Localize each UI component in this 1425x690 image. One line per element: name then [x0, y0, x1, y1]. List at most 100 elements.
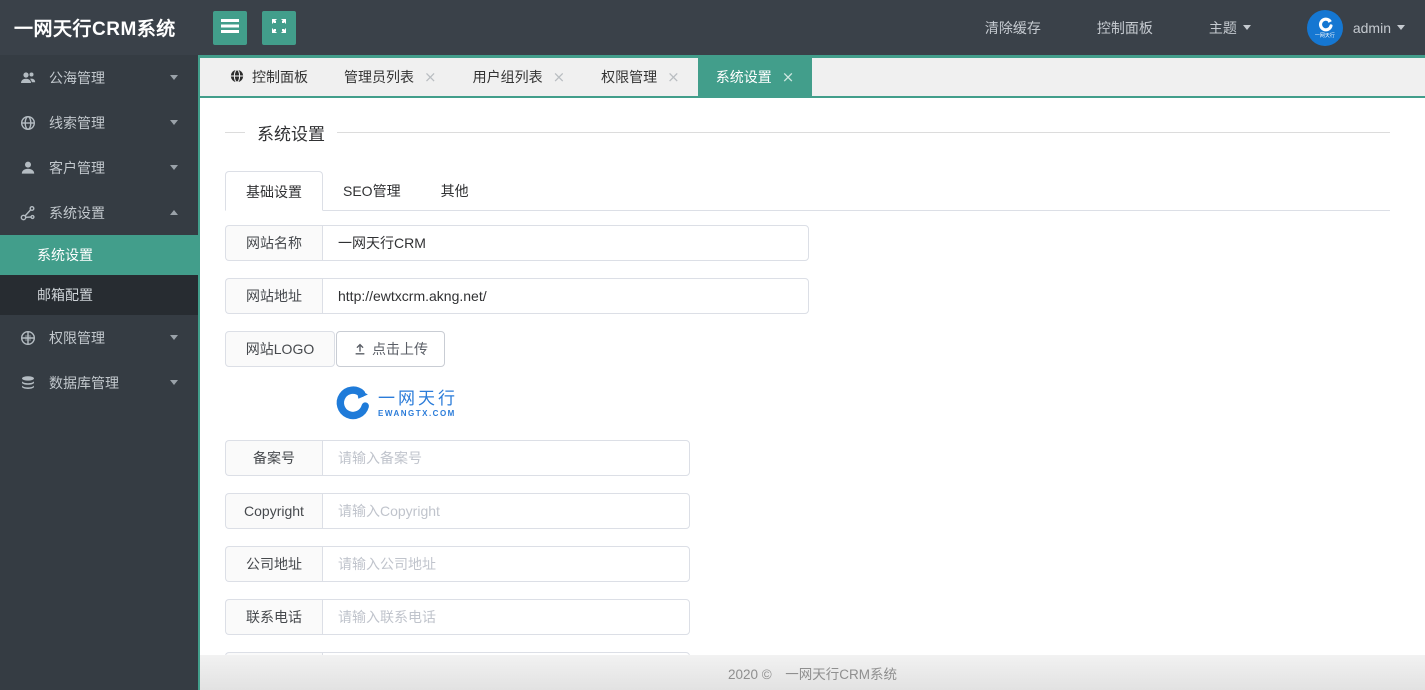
sidebar-item-label: 权限管理	[49, 329, 105, 346]
theme-label: 主题	[1208, 19, 1237, 36]
logo-text-block: 一网天行 EWANGTX.COM	[378, 389, 458, 419]
divider-line	[225, 132, 245, 133]
site-name-input[interactable]	[322, 225, 809, 261]
sidebar: 公海管理 线索管理 客户管理 系统设置 系统设置 邮箱配置 权限管理 数据库管理	[0, 55, 198, 690]
sidebar-item-public-sea[interactable]: 公海管理	[0, 55, 198, 100]
tab-user-group-list[interactable]: 用户组列表 ×	[455, 58, 584, 96]
company-address-input[interactable]	[322, 546, 690, 582]
app-window: 一网天行CRM系统 清除缓存 控制面板 主题 一网天行 admin 公海管理 线…	[0, 0, 1425, 690]
close-icon[interactable]: ×	[782, 68, 795, 86]
database-icon	[20, 375, 36, 391]
page-title-divider: 系统设置	[225, 120, 1400, 145]
sidebar-item-label: 线索管理	[49, 114, 105, 131]
user-avatar[interactable]: 一网天行	[1306, 9, 1343, 46]
user-menu[interactable]: admin	[1353, 20, 1405, 36]
sidebar-subitem-system-settings[interactable]: 系统设置	[0, 235, 198, 275]
tab-label: 控制面板	[252, 69, 308, 85]
sidebar-item-label: 公海管理	[49, 69, 105, 86]
upload-icon	[355, 343, 365, 355]
chevron-down-icon	[170, 165, 178, 170]
logo-domain: EWANGTX.COM	[378, 409, 456, 418]
sidebar-item-customers[interactable]: 客户管理	[0, 145, 198, 190]
field-label: Copyright	[225, 493, 322, 529]
settings-tabs: 基础设置 SEO管理 其他	[225, 171, 1400, 211]
sidebar-subitem-label: 邮箱配置	[37, 287, 93, 303]
username-label: admin	[1352, 19, 1391, 36]
fullscreen-expand-icon	[271, 18, 287, 37]
site-url-input[interactable]	[322, 278, 809, 314]
field-label: 联系电话	[225, 599, 322, 635]
sidebar-item-label: 数据库管理	[49, 374, 119, 391]
upload-button[interactable]: 点击上传	[336, 331, 445, 367]
chevron-down-icon	[170, 75, 178, 80]
copyright-input[interactable]	[322, 493, 690, 529]
form-row-icp: 备案号	[225, 440, 690, 476]
tab-other[interactable]: 其他	[421, 171, 489, 211]
tab-basic-settings[interactable]: 基础设置	[225, 171, 323, 211]
globe-icon	[20, 115, 36, 131]
fullscreen-button[interactable]	[262, 10, 296, 45]
page-footer: 2020 © 一网天行CRM系统	[198, 655, 1425, 690]
tab-dashboard[interactable]: 控制面板	[212, 58, 326, 96]
sidebar-toggle-button[interactable]	[213, 10, 247, 45]
page-title: 系统设置	[257, 125, 325, 144]
sidebar-item-permissions[interactable]: 权限管理	[0, 315, 198, 360]
control-panel-link[interactable]: 控制面板	[1097, 18, 1153, 38]
avatar-text: 一网天行	[1314, 32, 1335, 39]
site-logo-preview: 一网天行 EWANGTX.COM	[332, 384, 1400, 424]
chevron-down-icon	[170, 380, 178, 385]
icp-number-input[interactable]	[322, 440, 690, 476]
chevron-down-icon	[170, 120, 178, 125]
sidebar-item-system-settings[interactable]: 系统设置	[0, 190, 198, 235]
brand-swoosh-icon	[336, 386, 369, 420]
control-panel-label: 控制面板	[1096, 19, 1153, 36]
upload-button-label: 点击上传	[372, 341, 428, 357]
sidebar-item-label: 系统设置	[49, 204, 105, 221]
chevron-down-icon	[170, 335, 178, 340]
footer-copyright: 2020 © 一网天行CRM系统	[728, 666, 897, 682]
divider-line	[337, 132, 1390, 133]
logo-name: 一网天行	[378, 389, 458, 408]
tab-label: 系统设置	[715, 69, 772, 85]
share-nodes-icon	[20, 205, 36, 221]
tab-system-settings[interactable]: 系统设置 ×	[697, 58, 813, 96]
field-label: 网站地址	[225, 278, 322, 314]
tab-label: 用户组列表	[472, 69, 543, 85]
user-icon	[20, 160, 36, 176]
tab-permissions[interactable]: 权限管理 ×	[583, 58, 698, 96]
tab-label: 基础设置	[246, 184, 302, 200]
topbar-right-menu: 清除缓存 控制面板 主题 一网天行 admin	[929, 9, 1425, 46]
hamburger-icon	[221, 19, 239, 36]
close-icon[interactable]: ×	[667, 68, 680, 86]
form-row-site-logo: 网站LOGO 点击上传	[225, 331, 1400, 367]
tab-admin-list[interactable]: 管理员列表 ×	[326, 58, 455, 96]
field-label: 公司地址	[225, 546, 322, 582]
sidebar-item-database[interactable]: 数据库管理	[0, 360, 198, 405]
chevron-up-icon	[170, 210, 178, 215]
tab-seo-management[interactable]: SEO管理	[323, 171, 421, 211]
open-tabs-bar: 控制面板 管理员列表 × 用户组列表 × 权限管理 × 系统设置 ×	[198, 55, 1425, 98]
clear-cache-link[interactable]: 清除缓存	[985, 18, 1041, 38]
users-icon	[20, 70, 36, 86]
form-row-site-name: 网站名称	[225, 225, 809, 261]
field-label: 网站名称	[225, 225, 322, 261]
form-row-contact-phone: 联系电话	[225, 599, 690, 635]
sidebar-item-label: 客户管理	[49, 159, 105, 176]
tab-label: SEO管理	[343, 183, 401, 199]
form-row-site-url: 网站地址	[225, 278, 809, 314]
top-header: 一网天行CRM系统 清除缓存 控制面板 主题 一网天行 admin	[0, 0, 1425, 55]
form-row-copyright: Copyright	[225, 493, 690, 529]
globe-icon	[230, 68, 244, 86]
sidebar-item-leads[interactable]: 线索管理	[0, 100, 198, 145]
tab-label: 其他	[440, 183, 469, 199]
chevron-down-icon	[1397, 25, 1405, 30]
close-icon[interactable]: ×	[553, 68, 566, 86]
field-label: 备案号	[225, 440, 322, 476]
theme-dropdown[interactable]: 主题	[1209, 18, 1251, 38]
tab-label: 权限管理	[601, 69, 658, 85]
close-icon[interactable]: ×	[424, 68, 437, 86]
contact-phone-input[interactable]	[322, 599, 690, 635]
globe-grid-icon	[20, 330, 36, 346]
chevron-down-icon	[1242, 25, 1251, 30]
sidebar-subitem-mail-config[interactable]: 邮箱配置	[0, 275, 198, 315]
